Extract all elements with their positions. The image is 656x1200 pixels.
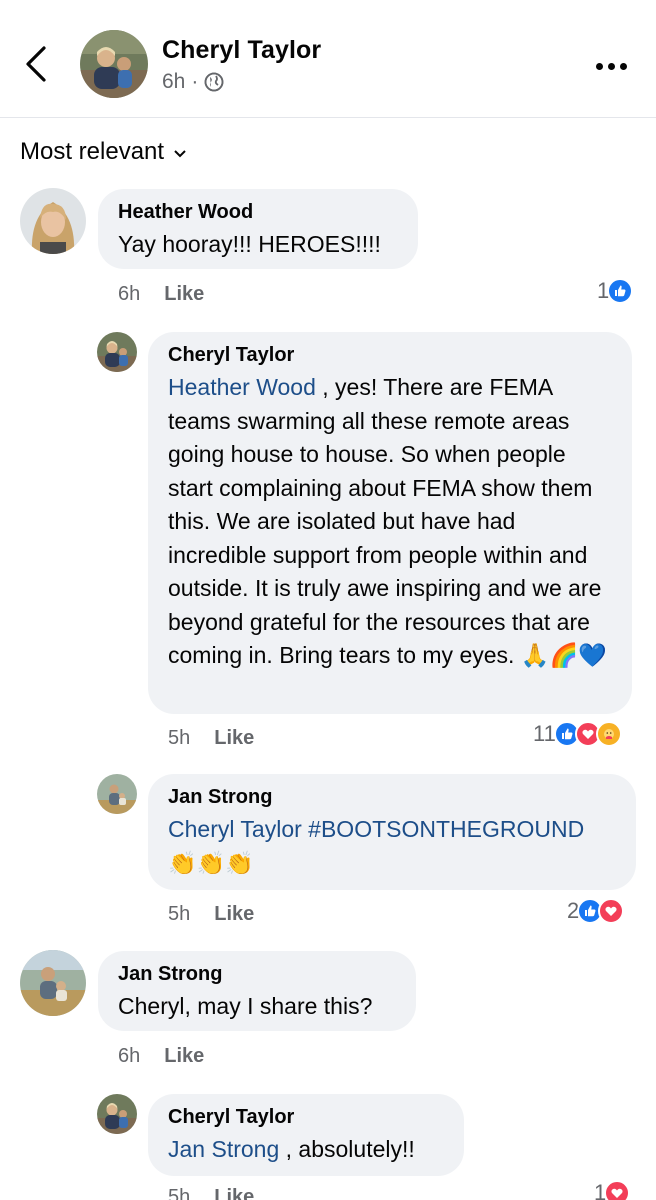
comment-time: 6h <box>118 283 141 305</box>
mention-link[interactable]: Jan Strong <box>168 1136 279 1162</box>
care-reaction-icon <box>595 721 622 747</box>
globe-icon <box>204 72 224 92</box>
like-button[interactable]: Like <box>214 903 254 926</box>
avatar[interactable] <box>20 950 86 1016</box>
more-dot <box>608 62 615 70</box>
reaction-summary[interactable]: 11 <box>533 721 622 747</box>
avatar[interactable] <box>97 1094 137 1134</box>
comment-bubble: Cheryl Taylor Heather Wood , yes! There … <box>148 332 632 714</box>
love-reaction-icon <box>598 898 625 924</box>
like-button[interactable]: Like <box>164 283 204 306</box>
reaction-count: 11 <box>533 721 556 746</box>
comment-time: 6h <box>118 1045 141 1067</box>
reaction-summary[interactable]: 2 <box>567 898 625 924</box>
comment-bubble: Heather Wood Yay hooray!!! HEROES!!!! <box>98 189 418 269</box>
post-time: 6h <box>162 70 186 93</box>
comment-text: Yay hooray!!! HEROES!!!! <box>118 231 381 257</box>
comment-actions: 5h Like <box>168 727 254 750</box>
like-button[interactable]: Like <box>214 1186 254 1200</box>
post-meta: 6h · <box>162 70 224 94</box>
avatar[interactable] <box>20 188 86 254</box>
sort-label: Most relevant <box>20 138 165 165</box>
like-button[interactable]: Like <box>164 1045 204 1068</box>
comment-body: , yes! There are FEMA teams swarming all… <box>168 374 607 668</box>
mention-link[interactable]: Cheryl Taylor #BOOTSONTHEGROUND <box>168 816 584 842</box>
more-options-button[interactable] <box>596 60 636 72</box>
avatar[interactable] <box>97 332 137 372</box>
comment-author[interactable]: Jan Strong <box>168 786 616 809</box>
post-header: Cheryl Taylor 6h · <box>0 0 656 118</box>
avatar[interactable] <box>97 774 137 814</box>
reaction-summary[interactable]: 1 <box>594 1180 631 1200</box>
comment-author[interactable]: Jan Strong <box>118 963 396 986</box>
comment-time: 5h <box>168 727 191 749</box>
back-chevron-icon <box>26 46 46 82</box>
reaction-summary[interactable]: 1 <box>597 278 634 304</box>
comment-author[interactable]: Heather Wood <box>118 201 398 224</box>
comment-text: Jan Strong , absolutely!! <box>168 1133 444 1167</box>
comment-author[interactable]: Cheryl Taylor <box>168 1106 444 1129</box>
comment-text: Heather Wood , yes! There are FEMA teams… <box>168 371 612 673</box>
comment-actions: 6h Like <box>118 283 204 306</box>
post-author-name[interactable]: Cheryl Taylor <box>162 36 321 65</box>
love-reaction-icon <box>604 1180 631 1200</box>
mention-link[interactable]: Heather Wood <box>168 374 316 400</box>
avatar[interactable] <box>80 30 148 98</box>
more-horizontal-icon <box>596 62 603 70</box>
like-button[interactable]: Like <box>214 727 254 750</box>
comment-time: 5h <box>168 1186 191 1200</box>
comment-bubble: Jan Strong Cheryl, may I share this? <box>98 951 416 1031</box>
more-dot <box>620 62 627 70</box>
back-button[interactable] <box>22 44 58 88</box>
comment-text: Cheryl, may I share this? <box>118 993 373 1019</box>
comment-actions: 5h Like <box>168 903 254 926</box>
comment-bubble: Cheryl Taylor Jan Strong , absolutely!! <box>148 1094 464 1176</box>
comment-bubble: Jan Strong Cheryl Taylor #BOOTSONTHEGROU… <box>148 774 636 890</box>
comment-author[interactable]: Cheryl Taylor <box>168 344 612 367</box>
comment-body: 👏👏👏 <box>168 850 254 877</box>
like-reaction-icon <box>607 278 634 304</box>
chevron-down-icon <box>174 145 186 161</box>
comment-actions: 5h Like <box>168 1186 254 1200</box>
comment-time: 5h <box>168 903 191 925</box>
meta-separator: · <box>191 70 199 93</box>
comment-text: Cheryl Taylor #BOOTSONTHEGROUND 👏👏👏 <box>168 813 616 881</box>
comment-actions: 6h Like <box>118 1045 204 1068</box>
comment-body: , absolutely!! <box>279 1136 415 1162</box>
comment-sort-dropdown[interactable]: Most relevant <box>20 138 186 166</box>
